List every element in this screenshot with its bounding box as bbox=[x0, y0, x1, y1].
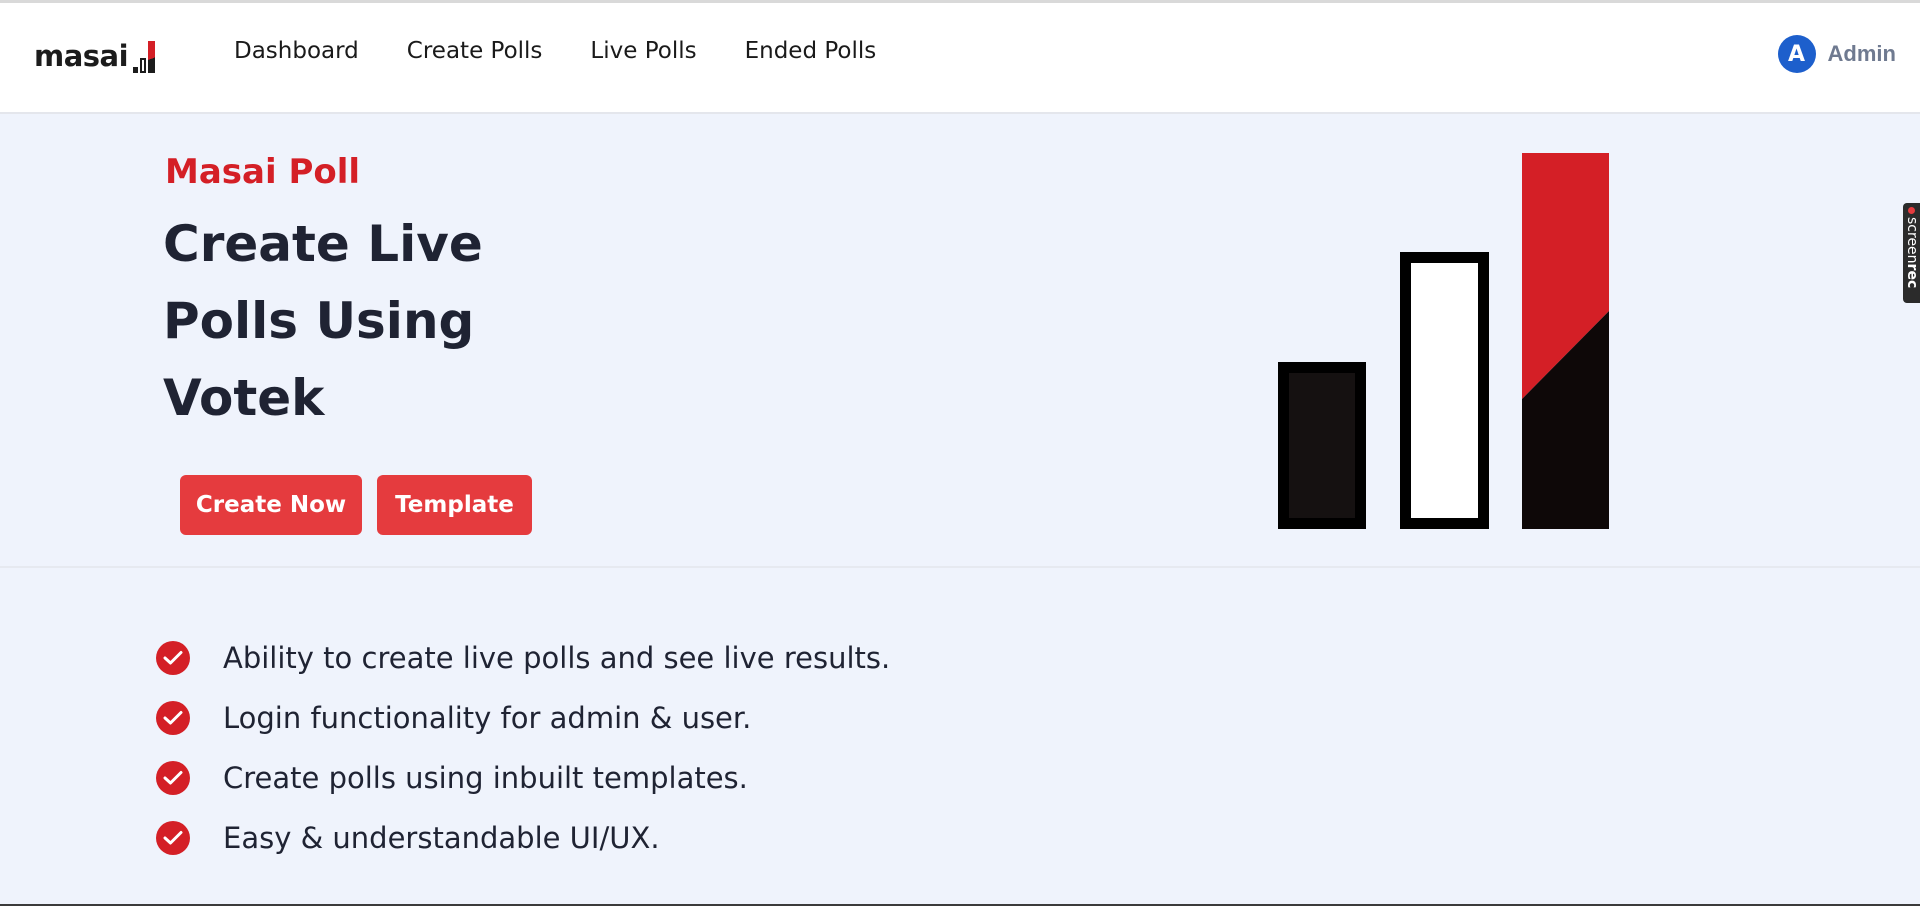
poll-illustration bbox=[1278, 153, 1610, 529]
hero-eyebrow: Masai Poll bbox=[165, 152, 361, 192]
features-section: Ability to create live polls and see liv… bbox=[0, 568, 1920, 906]
create-now-button[interactable]: Create Now bbox=[180, 475, 362, 535]
feature-item: Easy & understandable UI/UX. bbox=[156, 808, 890, 868]
nav-live-polls[interactable]: Live Polls bbox=[590, 38, 696, 64]
feature-item: Ability to create live polls and see liv… bbox=[156, 628, 890, 688]
feature-list: Ability to create live polls and see liv… bbox=[156, 628, 890, 868]
nav-ended-polls[interactable]: Ended Polls bbox=[745, 38, 877, 64]
illustration-bar-dark bbox=[1278, 362, 1366, 529]
feature-text: Login functionality for admin & user. bbox=[223, 701, 752, 735]
recorder-label: screenrec bbox=[1904, 217, 1920, 289]
avatar[interactable]: A bbox=[1777, 35, 1816, 73]
logo-text: masai bbox=[34, 39, 129, 73]
navbar: masai Dashboard Create Polls Live Polls … bbox=[0, 3, 1920, 114]
record-dot-icon bbox=[1908, 207, 1915, 214]
main-nav: Dashboard Create Polls Live Polls Ended … bbox=[234, 38, 924, 64]
screen-recorder-tab[interactable]: screenrec bbox=[1903, 203, 1920, 303]
feature-item: Create polls using inbuilt templates. bbox=[156, 748, 890, 808]
template-button[interactable]: Template bbox=[377, 475, 532, 535]
check-circle-icon bbox=[156, 701, 190, 735]
nav-dashboard[interactable]: Dashboard bbox=[234, 38, 359, 64]
user-menu[interactable]: A Admin bbox=[1777, 35, 1896, 73]
user-name[interactable]: Admin bbox=[1828, 41, 1896, 67]
check-circle-icon bbox=[156, 821, 190, 855]
headline-line-3: Votek bbox=[163, 369, 325, 427]
headline-line-2: Polls Using bbox=[163, 292, 475, 350]
brand-logo[interactable]: masai bbox=[34, 33, 156, 73]
hero-headline: Create Live Polls Using Votek bbox=[163, 206, 583, 437]
check-circle-icon bbox=[156, 641, 190, 675]
feature-text: Create polls using inbuilt templates. bbox=[223, 761, 748, 795]
headline-line-1: Create Live bbox=[163, 215, 483, 273]
feature-item: Login functionality for admin & user. bbox=[156, 688, 890, 748]
check-circle-icon bbox=[156, 761, 190, 795]
illustration-bar-red bbox=[1522, 153, 1609, 529]
nav-create-polls[interactable]: Create Polls bbox=[407, 38, 543, 64]
hero-section: Masai Poll Create Live Polls Using Votek… bbox=[0, 114, 1920, 568]
feature-text: Ability to create live polls and see liv… bbox=[223, 641, 891, 675]
feature-text: Easy & understandable UI/UX. bbox=[223, 821, 660, 855]
illustration-bar-outline bbox=[1400, 252, 1489, 529]
bar-chart-icon bbox=[131, 41, 156, 73]
